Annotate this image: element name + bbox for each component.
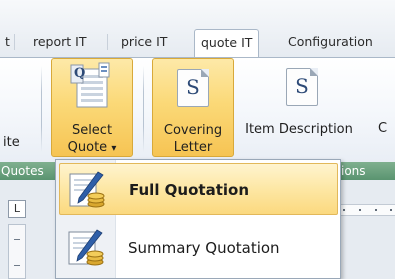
- horizontal-ruler: [335, 204, 395, 216]
- document-s-icon: S: [286, 68, 318, 106]
- tab-separator: [14, 34, 15, 50]
- vertical-ruler: [8, 224, 26, 279]
- tab-configuration[interactable]: Configuration: [282, 29, 379, 57]
- menu-item-summary-quotation[interactable]: Summary Quotation: [59, 222, 338, 274]
- clipped-ribbon-button-label[interactable]: C: [378, 121, 387, 136]
- select-quote-button[interactable]: Q Select Quote ▾: [51, 58, 133, 157]
- select-quote-dropdown-menu: Full Quotation Summary Quotation: [55, 159, 341, 279]
- menu-item-label: Full Quotation: [129, 181, 250, 199]
- group-separator: [143, 66, 144, 152]
- item-description-label: Item Description: [245, 122, 353, 137]
- menu-item-full-quotation[interactable]: Full Quotation: [59, 163, 338, 215]
- select-quote-icon: Q: [70, 62, 110, 108]
- tab-quote-it[interactable]: quote IT: [194, 29, 260, 58]
- tab-price-it[interactable]: price IT: [115, 29, 173, 57]
- covering-letter-button[interactable]: S Covering Letter: [152, 58, 234, 157]
- clipped-ribbon-label: ite: [3, 135, 20, 150]
- tab-separator: [107, 34, 108, 50]
- document-s-icon: S: [177, 69, 209, 107]
- menu-item-label: Summary Quotation: [128, 239, 280, 257]
- pen-and-coins-icon: [69, 171, 105, 208]
- group-separator: [41, 66, 42, 152]
- svg-text:Q: Q: [74, 66, 85, 81]
- covering-letter-label-line2: Letter: [173, 140, 213, 155]
- ribbon-panel: ite Q Select Quote ▾ S Covering Letter S…: [0, 57, 395, 162]
- chevron-down-icon: ▾: [111, 143, 117, 154]
- item-description-button[interactable]: S Item Description: [236, 58, 362, 157]
- group-label-options: ions: [341, 164, 366, 178]
- covering-letter-label-line1: Covering: [163, 123, 223, 138]
- select-quote-label-line1: Select: [71, 123, 113, 138]
- group-label-quotes: Quotes: [1, 164, 44, 178]
- pen-and-coins-icon: [68, 229, 104, 266]
- select-quote-label-line2: Quote: [67, 140, 108, 155]
- ribbon-tab-strip: t report IT price IT quote IT Configurat…: [0, 0, 395, 58]
- tab-report-it[interactable]: report IT: [27, 29, 92, 57]
- ruler-tab-selector[interactable]: L: [8, 200, 26, 218]
